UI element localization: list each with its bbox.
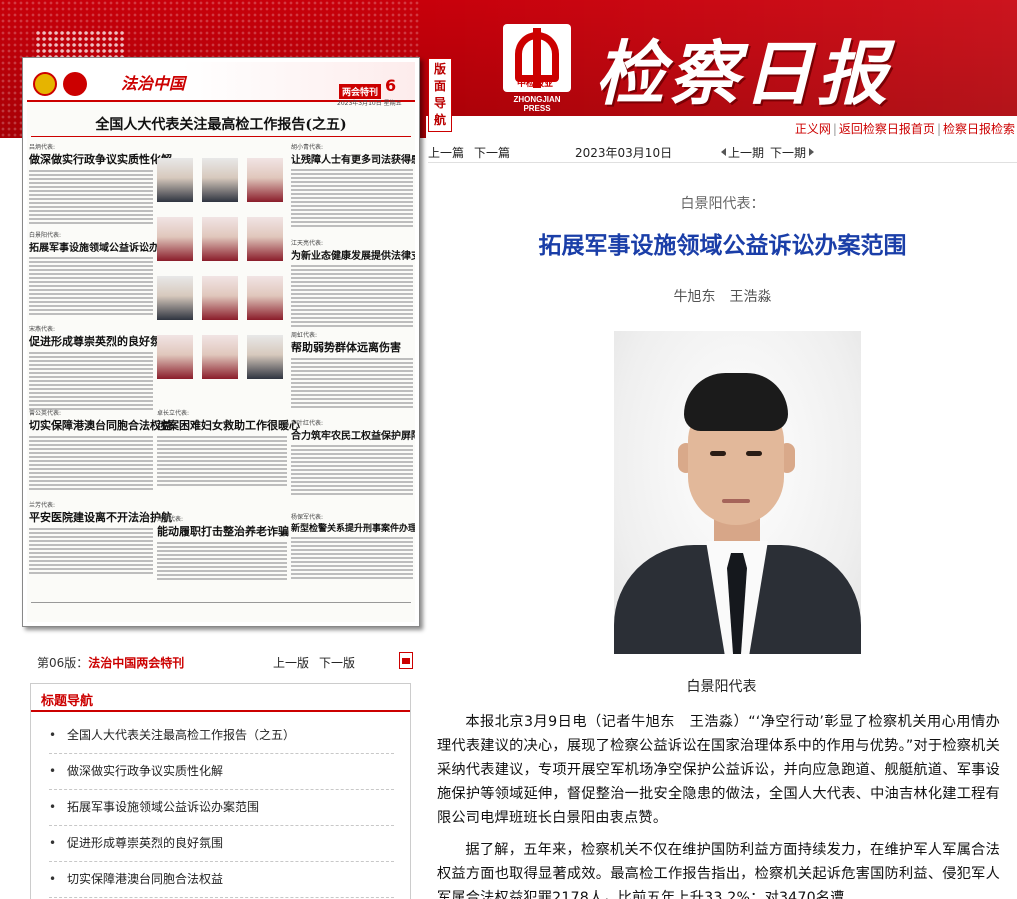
page-thumbnail[interactable]: 法治中国 两会特刊 6 2023年3月10日 星期五 全国人大代表关注最高检工作… (27, 62, 415, 622)
thumb-article[interactable]: 胡小青代表: 让残障人士有更多司法获得感 (291, 142, 415, 229)
article-body: 本报北京3月9日电（记者牛旭东 王浩淼）“‘净空行动’彰显了检察机关用心用情办理… (437, 710, 1000, 899)
article-paragraph: 本报北京3月9日电（记者牛旭东 王浩淼）“‘净空行动’彰显了检察机关用心用情办理… (437, 714, 1000, 826)
thumb-article[interactable]: 宋燕代表: 促进形成尊崇英烈的良好氛围 (29, 324, 172, 412)
title-nav-item[interactable]: 拓展军事设施领域公益诉讼办案范围 (49, 790, 394, 826)
newspaper-masthead: 检察日报 (595, 32, 891, 115)
delegate-photo (157, 276, 193, 320)
photo-caption: 白景阳代表 (686, 679, 757, 695)
delegate-photo (247, 217, 283, 261)
thumb-page-number: 6 (385, 76, 397, 95)
article-headline: 拓展军事设施领域公益诉讼办案范围 (538, 233, 907, 259)
next-page-link[interactable]: 下一版 (319, 654, 355, 671)
delegate-photo (202, 335, 238, 379)
national-emblem-icon (33, 72, 57, 96)
title-navigation: 标题导航 全国人大代表关注最高检工作报告（之五） 做深做实行政争议实质性化解 拓… (30, 683, 411, 899)
party-emblem-icon (63, 72, 87, 96)
thumb-big-title: 全国人大代表关注最高检工作报告(之五) (95, 117, 347, 133)
page-bar: 第06版：法治中国两会特刊 上一版 下一版 (37, 652, 417, 672)
delegate-photo (247, 335, 283, 379)
article-nav: 上一篇 下一篇 2023年03月10日 上一期 下一期 (428, 141, 1017, 163)
title-nav-item[interactable]: 全国人大代表关注最高检工作报告（之五） (49, 718, 394, 754)
delegate-photo (202, 158, 238, 202)
press-name: ZHONGJIAN PRESS (513, 95, 561, 113)
thumb-article[interactable]: 江天亮代表: 为新业态健康发展提供法律支持 (291, 238, 415, 329)
prev-article-link[interactable]: 上一篇 (428, 144, 464, 161)
link-zhengyi[interactable]: 正义网 (795, 122, 831, 136)
thumb-article[interactable]: 郑锐代表: 能动履职打击整治养老诈骗 (157, 514, 289, 582)
article-author: 牛旭东 王浩淼 (673, 289, 772, 305)
title-nav-item[interactable]: 做深做实行政争议实质性化解 (49, 754, 394, 790)
prev-page-link[interactable]: 上一版 (273, 654, 309, 671)
delegate-photo (202, 217, 238, 261)
article-paragraph: 据了解，五年来，检察机关不仅在维护国防利益方面持续发力，在维护军人军属合法权益方… (437, 842, 1000, 899)
thumb-special-tag: 两会特刊 (339, 84, 382, 99)
next-article-link[interactable]: 下一篇 (474, 144, 510, 161)
thumb-article[interactable]: 周虹代表: 帮助弱势群体远离伤害 (291, 330, 413, 410)
delegate-photo (157, 158, 193, 202)
title-nav-heading: 标题导航 (41, 694, 94, 709)
delegate-photo (202, 276, 238, 320)
delegate-photo (157, 335, 193, 379)
link-home[interactable]: 返回检察日报首页 (839, 122, 935, 136)
title-nav-item[interactable]: 切实保障港澳台同胞合法权益 (49, 862, 394, 898)
delegate-photo (247, 276, 283, 320)
prev-issue-icon[interactable] (721, 148, 726, 156)
page-name: 第06版：法治中国两会特刊 (37, 656, 185, 670)
prev-issue-link[interactable]: 上一期 (728, 144, 764, 161)
thumb-article[interactable]: 吕炳代表: 做深做实行政争议实质性化解 (29, 142, 172, 226)
press-logo[interactable]: 中检报业 ZHONGJIAN PRESS (503, 24, 571, 113)
page-nav-tag[interactable]: 版 面 导 航 (428, 58, 452, 132)
title-nav-list: 全国人大代表关注最高检工作报告（之五） 做深做实行政争议实质性化解 拓展军事设施… (31, 712, 410, 898)
thumb-article[interactable]: 兰芳代表: 平安医院建设离不开法治护航 (29, 500, 172, 576)
delegate-photo (247, 158, 283, 202)
thumb-date: 2023年3月10日 星期五 (337, 100, 402, 107)
procuratorate-emblem-icon: 中检报业 (503, 24, 571, 92)
thumb-brand: 法治中国 (121, 74, 186, 93)
title-nav-item[interactable]: 促进形成尊崇英烈的良好氛围 (49, 826, 394, 862)
next-issue-icon[interactable] (809, 148, 814, 156)
article-date: 2023年03月10日 (575, 146, 673, 160)
next-issue-link[interactable]: 下一期 (770, 144, 806, 161)
link-search[interactable]: 检察日报检索 (943, 122, 1015, 136)
delegate-photo (157, 217, 193, 261)
delegate-portrait (614, 331, 861, 654)
thumb-article[interactable]: 曾公英代表: 切实保障港澳台同胞合法权益 (29, 408, 172, 492)
thumb-article[interactable]: 杨保军代表: 新型检警关系提升刑事案件办理质效 (291, 512, 415, 581)
thumb-article[interactable]: 白景阳代表: 拓展军事设施领域公益诉讼办案范围 (29, 230, 189, 317)
thumb-article[interactable]: 卓长立代表: 涉案困难妇女救助工作很暖心 (157, 408, 300, 488)
thumb-article[interactable]: 李叶红代表: 合力筑牢农民工权益保护屏障 (291, 418, 415, 497)
top-links: 正义网 | 返回检察日报首页 | 检察日报检索 (794, 122, 1015, 136)
article-subtitle: 白景阳代表： (680, 196, 765, 212)
header-pattern-accent (35, 30, 125, 60)
pdf-icon[interactable] (399, 652, 413, 669)
